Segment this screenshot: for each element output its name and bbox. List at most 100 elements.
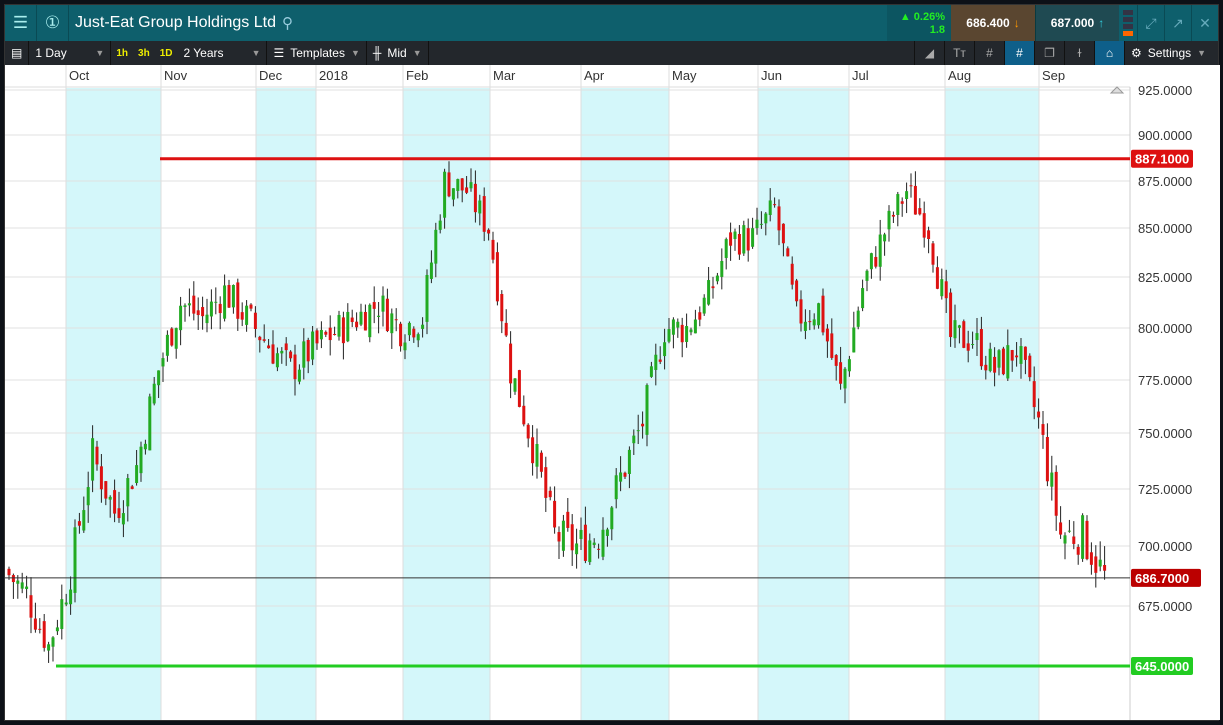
candle-body xyxy=(1032,381,1036,408)
candle-body xyxy=(755,219,759,229)
month-label: Aug xyxy=(948,68,971,83)
candle-body xyxy=(165,334,169,356)
price-label-icon[interactable]: ⌂ xyxy=(1094,41,1124,65)
candle-body xyxy=(355,321,359,328)
candle-body xyxy=(759,223,763,225)
candle-body xyxy=(979,329,983,367)
price-chart[interactable]: Oct Nov Dec 2018 Feb Mar Apr May Jun Jul Aug Sep 925… xyxy=(1,65,1220,720)
templates-button[interactable]: ☰ Templates ▼ xyxy=(267,41,367,65)
candle-body xyxy=(795,280,799,302)
candle-body xyxy=(192,295,196,314)
price-change: ▲ 0.26% 1.8 xyxy=(887,5,951,41)
month-label: Apr xyxy=(584,68,605,83)
range-select[interactable]: 2 Years ▼ xyxy=(177,41,268,65)
candle-body xyxy=(1015,355,1019,358)
candle-body xyxy=(170,328,174,346)
candle-body xyxy=(377,315,381,317)
quick-1d[interactable]: 1D xyxy=(155,41,178,65)
candle-body xyxy=(566,511,570,528)
candle-body xyxy=(610,507,614,530)
list-icon[interactable]: ▤ xyxy=(5,41,30,65)
quick-1h[interactable]: 1h xyxy=(111,41,133,65)
candle-body xyxy=(231,285,235,308)
candle-body xyxy=(935,267,939,289)
candle-body xyxy=(988,348,992,371)
candle-body xyxy=(839,362,843,384)
candle-body xyxy=(271,344,275,364)
maximize-icon[interactable]: ⤢ xyxy=(1137,5,1164,41)
candle-body xyxy=(693,319,697,334)
candle-body xyxy=(1050,472,1054,487)
candle-body xyxy=(680,324,684,343)
popout-icon[interactable]: ↗ xyxy=(1164,5,1191,41)
link-group-icon[interactable]: ① xyxy=(37,5,69,41)
month-label: Mar xyxy=(493,68,516,83)
sell-button[interactable]: 686.400 ↓ xyxy=(951,5,1035,41)
menu-icon[interactable]: ☰ xyxy=(5,5,37,41)
candle-body xyxy=(667,329,671,342)
grid-icon[interactable]: # xyxy=(974,41,1004,65)
change-abs: 1.8 xyxy=(929,24,945,36)
candle-body xyxy=(143,443,147,450)
candle-body xyxy=(416,334,420,341)
candle-body xyxy=(535,444,539,467)
candle-body xyxy=(1037,411,1041,418)
candle-body xyxy=(539,452,543,472)
candle-body xyxy=(605,529,609,536)
candle-body xyxy=(82,510,86,531)
candle-body xyxy=(874,256,878,267)
current-price-label: 686.7000 xyxy=(1135,571,1189,586)
price-tick-label: 800.0000 xyxy=(1138,321,1192,336)
gear-icon: ⚙ xyxy=(1131,46,1142,60)
settings-button[interactable]: ⚙ Settings ▼ xyxy=(1124,41,1218,65)
layers-icon[interactable]: ❐ xyxy=(1034,41,1064,65)
crosshair-icon[interactable]: ɫ xyxy=(1064,41,1094,65)
price-type-label: Mid xyxy=(387,46,407,60)
candle-body xyxy=(86,487,90,506)
search-icon[interactable]: ⚲ xyxy=(282,14,293,32)
text-size-icon[interactable]: Tт xyxy=(944,41,974,65)
price-tick-label: 850.0000 xyxy=(1138,221,1192,236)
chart-canvas[interactable]: Oct Nov Dec 2018 Feb Mar Apr May Jun Jul Aug Sep 925… xyxy=(1,65,1220,720)
candle-body xyxy=(676,321,680,328)
interval-select[interactable]: 1 Day ▼ xyxy=(29,41,112,65)
candle-body xyxy=(1089,552,1093,565)
candle-body xyxy=(447,172,451,197)
candle-body xyxy=(293,354,297,380)
candle-body xyxy=(491,239,495,260)
candle-body xyxy=(47,644,51,651)
candle-body xyxy=(368,304,372,338)
buy-button[interactable]: 687.000 ↑ xyxy=(1035,5,1119,41)
candle-body xyxy=(561,520,565,551)
candle-body xyxy=(702,297,706,314)
candle-body xyxy=(152,383,156,404)
candle-body xyxy=(711,286,715,289)
candle-body xyxy=(781,223,785,244)
quick-3h[interactable]: 3h xyxy=(133,41,155,65)
month-label: Dec xyxy=(259,68,283,83)
snap-grid-icon[interactable]: # xyxy=(1004,41,1034,65)
candle-body xyxy=(922,213,926,238)
month-label: Jul xyxy=(852,68,869,83)
candle-body xyxy=(649,366,653,377)
candle-body xyxy=(104,481,108,499)
candle-body xyxy=(64,602,68,605)
month-band xyxy=(945,88,1039,720)
candle-body xyxy=(403,342,407,351)
candle-body xyxy=(319,329,323,340)
candle-body xyxy=(746,228,750,251)
price-tick-label: 825.0000 xyxy=(1138,270,1192,285)
candle-body xyxy=(148,396,152,451)
close-icon[interactable]: ✕ xyxy=(1191,5,1218,41)
candle-body xyxy=(975,333,979,341)
candle-body xyxy=(429,262,433,279)
drawing-icon[interactable]: ◢ xyxy=(914,41,944,65)
candle-body xyxy=(7,568,11,576)
price-type-select[interactable]: ╫ Mid ▼ xyxy=(367,41,429,65)
month-band xyxy=(66,88,161,720)
candle-body xyxy=(214,301,218,303)
candle-body xyxy=(504,322,508,336)
candle-body xyxy=(869,253,873,270)
candle-body xyxy=(328,327,332,341)
candle-body xyxy=(381,295,385,312)
